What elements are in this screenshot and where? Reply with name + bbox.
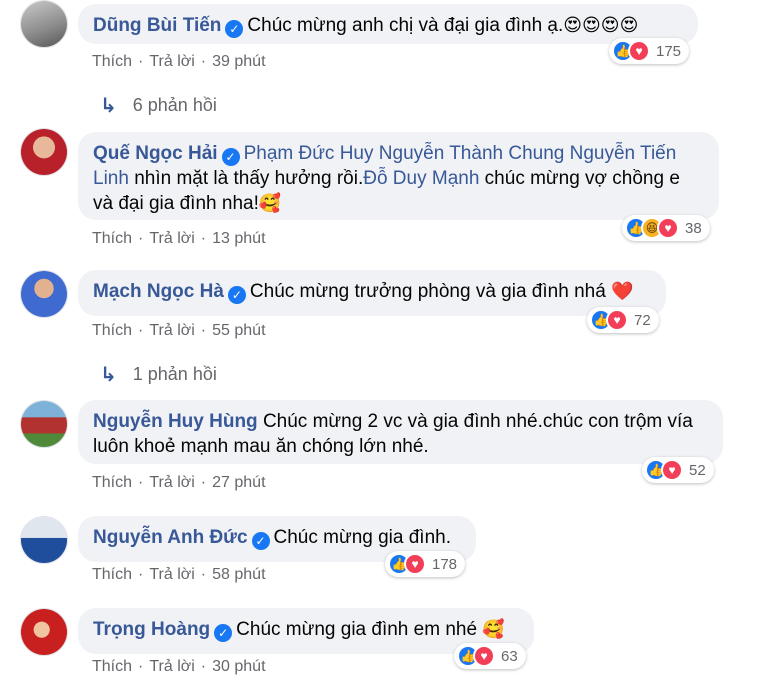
- reply-arrow-icon: ↳: [100, 95, 117, 117]
- reply-link[interactable]: Trả lời: [149, 474, 194, 492]
- love-icon: ♥: [657, 217, 679, 239]
- reaction-summary[interactable]: 👍 😆 ♥ 38: [622, 215, 710, 241]
- reaction-count: 52: [689, 461, 706, 479]
- comment-actions: Thích · Trả lời · 58 phút: [92, 566, 266, 584]
- comment-text: Chúc mừng anh chị và đại gia đình ạ.: [247, 15, 564, 36]
- comment-author[interactable]: Nguyễn Anh Đức: [93, 527, 248, 548]
- view-replies[interactable]: ↳ 6 phản hồi: [100, 93, 217, 118]
- love-icon: ♥: [606, 309, 628, 331]
- avatar[interactable]: [20, 516, 68, 564]
- reaction-summary[interactable]: 👍 ♥ 52: [642, 457, 714, 483]
- comment-author[interactable]: Trọng Hoàng: [93, 619, 210, 640]
- comment-time[interactable]: 13 phút: [212, 230, 265, 248]
- like-link[interactable]: Thích: [92, 230, 132, 248]
- avatar[interactable]: [20, 128, 68, 176]
- emoji: 🥰: [482, 619, 505, 639]
- avatar[interactable]: [20, 270, 68, 318]
- love-icon: ♥: [661, 459, 683, 481]
- separator: ·: [200, 322, 207, 339]
- separator: ·: [138, 53, 144, 70]
- comment-author[interactable]: Quế Ngọc Hải: [93, 143, 218, 164]
- reply-link[interactable]: Trả lời: [149, 230, 194, 248]
- reaction-count: 38: [685, 219, 702, 237]
- separator: ·: [200, 658, 207, 675]
- comment-actions: Thích · Trả lời · 30 phút: [92, 658, 266, 676]
- comment-actions: Thích · Trả lời · 55 phút: [92, 322, 266, 340]
- emoji: 🥰: [258, 193, 282, 213]
- verified-icon: ✓: [214, 624, 233, 642]
- separator: ·: [138, 230, 144, 247]
- verified-icon: ✓: [225, 20, 244, 38]
- love-icon: ♥: [628, 40, 650, 62]
- comment-bubble: Mạch Ngọc Hà ✓ Chúc mừng trưởng phòng và g…: [78, 270, 666, 316]
- replies-count: 1 phản hồi: [132, 364, 217, 384]
- comment-text: Chúc mừng trưởng phòng và gia đình nhá: [249, 281, 606, 302]
- comment-bubble: Nguyễn Huy Hùng Chúc mừng 2 vc và gia đì…: [78, 400, 723, 464]
- comment-actions: Thích · Trả lời · 39 phút: [92, 53, 266, 71]
- comment-bubble: Quế Ngọc Hải ✓ Phạm Đức Huy Nguyễn Thành C…: [78, 132, 719, 220]
- reply-link[interactable]: Trả lời: [149, 53, 194, 71]
- verified-icon: ✓: [251, 532, 270, 550]
- verified-icon: ✓: [227, 286, 246, 304]
- like-link[interactable]: Thích: [92, 322, 132, 340]
- comment-bubble: Dũng Bùi Tiến ✓ Chúc mừng anh chị và đại g…: [78, 4, 698, 44]
- replies-count: 6 phản hồi: [132, 95, 217, 115]
- comment-text: Chúc mừng gia đình em nhé: [236, 619, 478, 640]
- avatar[interactable]: [20, 608, 68, 656]
- comment-time[interactable]: 39 phút: [212, 53, 265, 71]
- separator: ·: [200, 474, 207, 491]
- comment-text: nhìn mặt là thấy hưởng rồi.: [128, 168, 364, 189]
- comment-time[interactable]: 30 phút: [212, 658, 265, 676]
- reaction-summary[interactable]: 👍 ♥ 72: [587, 307, 659, 333]
- like-link[interactable]: Thích: [92, 474, 132, 492]
- comment-time[interactable]: 58 phút: [212, 566, 265, 584]
- like-link[interactable]: Thích: [92, 658, 132, 676]
- separator: ·: [138, 474, 144, 491]
- separator: ·: [138, 322, 144, 339]
- like-link[interactable]: Thích: [92, 566, 132, 584]
- separator: ·: [138, 566, 144, 583]
- reply-link[interactable]: Trả lời: [149, 658, 194, 676]
- reaction-count: 63: [501, 647, 518, 665]
- comment-author[interactable]: Mạch Ngọc Hà: [93, 281, 224, 302]
- mention-link[interactable]: Đỗ Duy Mạnh: [363, 168, 479, 189]
- verified-icon: ✓: [221, 148, 240, 166]
- view-replies[interactable]: ↳ 1 phản hồi: [100, 362, 217, 387]
- reply-link[interactable]: Trả lời: [149, 322, 194, 340]
- love-icon: ♥: [473, 645, 495, 667]
- heart-emoji: ❤️: [611, 281, 634, 301]
- reaction-count: 175: [656, 42, 682, 60]
- avatar[interactable]: [20, 400, 68, 448]
- comment-actions: Thích · Trả lời · 27 phút: [92, 474, 266, 492]
- reply-link[interactable]: Trả lời: [149, 566, 194, 584]
- emoji: 😍😍😍😍: [563, 15, 639, 35]
- reaction-summary[interactable]: 👍 ♥ 175: [609, 38, 690, 64]
- reaction-count: 72: [634, 311, 651, 329]
- comment-author[interactable]: Dũng Bùi Tiến: [93, 15, 221, 36]
- comment-time[interactable]: 27 phút: [212, 474, 265, 492]
- separator: ·: [200, 566, 207, 583]
- comment-text: Chúc mừng gia đình.: [273, 527, 452, 548]
- avatar[interactable]: [20, 0, 68, 48]
- separator: ·: [200, 53, 207, 70]
- reaction-summary[interactable]: 👍 ♥ 178: [385, 551, 466, 577]
- comment-actions: Thích · Trả lời · 13 phút: [92, 230, 266, 248]
- love-icon: ♥: [404, 553, 426, 575]
- comment-author[interactable]: Nguyễn Huy Hùng: [93, 411, 258, 432]
- separator: ·: [138, 658, 144, 675]
- reaction-count: 178: [432, 555, 458, 573]
- separator: ·: [200, 230, 207, 247]
- like-link[interactable]: Thích: [92, 53, 132, 71]
- comment-time[interactable]: 55 phút: [212, 322, 265, 340]
- reaction-summary[interactable]: 👍 ♥ 63: [454, 643, 526, 669]
- reply-arrow-icon: ↳: [100, 364, 117, 386]
